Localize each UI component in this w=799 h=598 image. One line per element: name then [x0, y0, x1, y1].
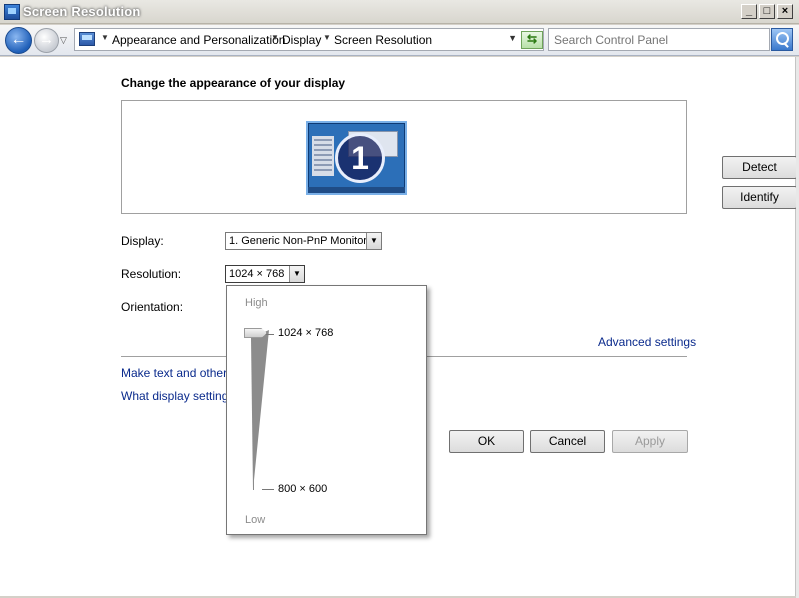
search-input[interactable] — [552, 31, 762, 48]
chevron-right-icon[interactable]: ▼ — [101, 33, 109, 42]
recent-pages-dropdown[interactable]: ▽ — [60, 35, 70, 45]
display-select-value: 1. Generic Non-PnP Monitor — [229, 235, 367, 247]
resolution-select-value: 1024 × 768 — [229, 268, 285, 280]
slider-tick-bottom — [262, 489, 274, 490]
arrow-right-icon: → — [39, 31, 54, 48]
resolution-dropdown-popup: High 1024 × 768 800 × 600 Low — [226, 285, 427, 535]
arrow-left-icon: ← — [10, 31, 27, 48]
back-button[interactable]: ← — [5, 27, 32, 54]
monitor-1-tile[interactable]: 1 — [306, 121, 407, 195]
monitor-arrangement-panel: 1 Detect Identify — [121, 100, 797, 214]
breadcrumb-screen-resolution[interactable]: Screen Resolution — [334, 33, 432, 47]
breadcrumb-appearance[interactable]: Appearance and Personalization — [112, 33, 285, 47]
control-panel-icon — [79, 32, 95, 46]
monitor-number-badge: 1 — [335, 133, 385, 183]
display-label: Display: — [121, 234, 164, 248]
main-content: Change the appearance of your display 1 … — [0, 57, 797, 596]
breadcrumb-display[interactable]: Display — [282, 33, 321, 47]
identify-button[interactable]: Identify — [722, 186, 797, 209]
resolution-select[interactable]: 1024 × 768 ▼ — [225, 265, 305, 283]
address-dropdown-icon[interactable]: ▼ — [508, 33, 517, 43]
monitor-taskbar — [308, 187, 405, 193]
search-icon[interactable] — [771, 28, 793, 51]
chevron-down-icon[interactable]: ▼ — [366, 233, 381, 249]
chevron-right-icon[interactable]: ▼ — [271, 33, 279, 42]
refresh-button[interactable]: ⇆ — [521, 31, 543, 49]
minimize-button[interactable]: _ — [741, 4, 757, 19]
window-title: Screen Resolution — [23, 4, 141, 19]
close-button[interactable]: × — [777, 4, 793, 19]
chevron-down-icon[interactable]: ▼ — [289, 266, 304, 282]
display-settings-help-link[interactable]: What display settings — [121, 389, 234, 403]
refresh-icon: ⇆ — [526, 32, 538, 46]
ok-button[interactable]: OK — [449, 430, 524, 453]
cancel-button[interactable]: Cancel — [530, 430, 605, 453]
display-select[interactable]: 1. Generic Non-PnP Monitor ▼ — [225, 232, 382, 250]
resolution-slider-wedge — [251, 330, 269, 490]
title-bar: Screen Resolution _ □ × — [0, 0, 799, 24]
resolution-label: Resolution: — [121, 267, 182, 281]
page-title: Change the appearance of your display — [121, 76, 346, 90]
apply-button: Apply — [612, 430, 688, 453]
low-label: Low — [245, 514, 266, 526]
advanced-settings-link[interactable]: Advanced settings — [598, 335, 696, 349]
screen-resolution-icon — [4, 4, 20, 20]
forward-button[interactable]: → — [34, 28, 59, 53]
breadcrumb[interactable]: ▼ Appearance and Personalization ▼ Displ… — [74, 28, 544, 51]
text-size-link[interactable]: Make text and other i — [121, 366, 233, 380]
resolution-option-high[interactable]: 1024 × 768 — [278, 327, 333, 339]
chevron-right-icon[interactable]: ▼ — [323, 33, 331, 42]
address-bar: ← → ▽ ▼ Appearance and Personalization ▼… — [0, 25, 799, 56]
detect-button[interactable]: Detect — [722, 156, 797, 179]
search-box[interactable] — [548, 28, 770, 51]
orientation-label: Orientation: — [121, 300, 184, 314]
maximize-button[interactable]: □ — [759, 4, 775, 19]
resolution-option-low[interactable]: 800 × 600 — [278, 483, 327, 495]
high-label: High — [245, 297, 268, 309]
monitor-start-panel — [312, 136, 334, 176]
